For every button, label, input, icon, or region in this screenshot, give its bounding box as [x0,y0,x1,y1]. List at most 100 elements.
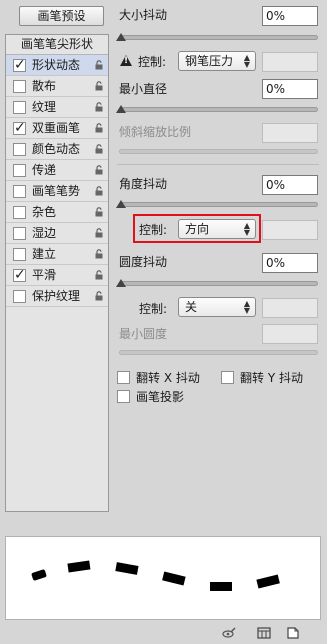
brush-option-item[interactable]: ✓ 形状动态 [6,55,108,76]
brush-option-label: 杂色 [32,205,57,219]
new-page-icon[interactable] [286,627,300,639]
angle-control-label: 控制: [139,223,168,237]
brush-option-checkbox[interactable] [13,80,26,93]
brush-option-item[interactable]: 传递 [6,160,108,181]
brush-option-item[interactable]: 画笔笔势 [6,181,108,202]
stroke-dash [115,562,139,575]
tilt-scale-label: 倾斜缩放比例 [119,125,192,139]
lock-icon[interactable] [94,81,104,91]
brush-option-label: 画笔笔势 [32,184,81,198]
stroke-preview [5,536,321,620]
min-roundness-slider [119,350,318,355]
angle-control-extra-field [262,220,318,240]
brush-option-item[interactable]: ✓ 平滑 [6,265,108,286]
lock-icon[interactable] [94,60,104,70]
brush-option-label: 传递 [32,163,57,177]
brush-option-item[interactable]: 颜色动态 [6,139,108,160]
min-diameter-field[interactable]: 0% [262,79,318,99]
lock-icon[interactable] [94,165,104,175]
brush-projection-label: 画笔投影 [136,390,185,404]
brush-option-label: 湿边 [32,226,57,240]
stroke-dash [162,571,186,586]
brush-option-checkbox[interactable]: ✓ [13,120,26,136]
min-diameter-label: 最小直径 [119,82,168,96]
stroke-preview-canvas [31,560,280,591]
size-jitter-slider-thumb[interactable] [116,33,126,41]
flip-x-checkbox[interactable] [117,371,130,384]
brush-option-checkbox[interactable] [13,185,26,198]
flip-y-checkbox[interactable] [221,371,234,384]
angle-jitter-field[interactable]: 0% [262,175,318,195]
roundness-control-label: 控制: [139,302,168,316]
brush-option-checkbox[interactable] [13,164,26,177]
size-control-select[interactable]: 钢笔压力 ▲ ▼ [178,51,256,71]
brush-option-checkbox[interactable] [13,101,26,114]
lock-icon[interactable] [94,186,104,196]
angle-jitter-slider-thumb[interactable] [116,200,126,208]
min-roundness-label: 最小圆度 [119,327,168,341]
size-control-value: 钢笔压力 [185,54,234,68]
brush-option-label: 双重画笔 [32,121,81,135]
stroke-dash [67,560,91,573]
tilt-scale-slider [119,149,318,154]
brush-tip-shape-item[interactable]: 画笔笔尖形状 [6,35,108,55]
brush-option-checkbox[interactable]: ✓ [13,267,26,283]
brush-option-items: ✓ 形状动态散布纹理 ✓ 双重画笔颜色动态传递画笔笔势杂色湿边建立 ✓ 平滑保护纹理 [6,55,108,307]
roundness-jitter-field[interactable]: 0% [262,253,318,273]
select-arrows-icon: ▲ ▼ [243,299,250,315]
lock-icon[interactable] [94,123,104,133]
brush-option-checkbox[interactable] [13,206,26,219]
brush-option-label: 保护纹理 [32,289,81,303]
roundness-control-select[interactable]: 关 ▲ ▼ [178,297,256,317]
stroke-dash [31,569,47,581]
lock-icon[interactable] [94,228,104,238]
eye-brush-icon[interactable] [222,627,236,639]
angle-control-select[interactable]: 方向 ▲ ▼ [178,219,256,239]
size-jitter-field[interactable]: 0% [262,6,318,26]
section-divider [117,164,319,165]
lock-icon[interactable] [94,249,104,259]
select-arrows-icon: ▲ ▼ [243,221,250,237]
brush-option-item[interactable]: 建立 [6,244,108,265]
brush-option-label: 散布 [32,79,57,93]
lock-icon[interactable] [94,270,104,280]
roundness-jitter-slider[interactable] [119,281,318,286]
stroke-dash [210,582,232,591]
min-diameter-slider-thumb[interactable] [116,105,126,113]
brush-option-checkbox[interactable] [13,290,26,303]
brush-projection-checkbox[interactable] [117,390,130,403]
roundness-jitter-slider-thumb[interactable] [116,279,126,287]
brush-option-checkbox[interactable] [13,143,26,156]
lock-icon[interactable] [94,144,104,154]
min-diameter-slider[interactable] [119,107,318,112]
tilt-scale-field [262,123,318,143]
brush-option-item[interactable]: 纹理 [6,97,108,118]
brush-presets-button[interactable]: 画笔预设 [19,6,104,26]
brush-option-item[interactable]: ✓ 双重画笔 [6,118,108,139]
min-roundness-field [262,324,318,344]
size-control-extra-field [262,52,318,72]
flip-x-label: 翻转 X 抖动 [136,371,200,385]
brush-option-item[interactable]: 保护纹理 [6,286,108,307]
brush-option-item[interactable]: 散布 [6,76,108,97]
brush-option-label: 颜色动态 [32,142,81,156]
roundness-control-extra-field [262,298,318,318]
brush-option-item[interactable]: 湿边 [6,223,108,244]
size-control-label: 控制: [138,55,167,69]
lock-icon[interactable] [94,207,104,217]
brush-option-checkbox[interactable] [13,248,26,261]
brush-option-checkbox[interactable] [13,227,26,240]
brush-settings-list: 画笔笔尖形状 ✓ 形状动态散布纹理 ✓ 双重画笔颜色动态传递画笔笔势杂色湿边建立 ✓ 平滑… [5,34,109,512]
lock-icon[interactable] [94,102,104,112]
brush-option-item[interactable]: 杂色 [6,202,108,223]
checkmark-icon: ✓ [14,267,26,283]
angle-jitter-label: 角度抖动 [119,177,168,191]
grid-panel-icon[interactable] [257,627,271,639]
size-jitter-slider[interactable] [119,35,318,40]
lock-icon[interactable] [94,291,104,301]
size-jitter-label: 大小抖动 [119,8,168,22]
angle-jitter-slider[interactable] [119,202,318,207]
brush-option-checkbox[interactable]: ✓ [13,57,26,73]
brush-option-label: 形状动态 [32,58,81,72]
stroke-dash [256,574,280,589]
